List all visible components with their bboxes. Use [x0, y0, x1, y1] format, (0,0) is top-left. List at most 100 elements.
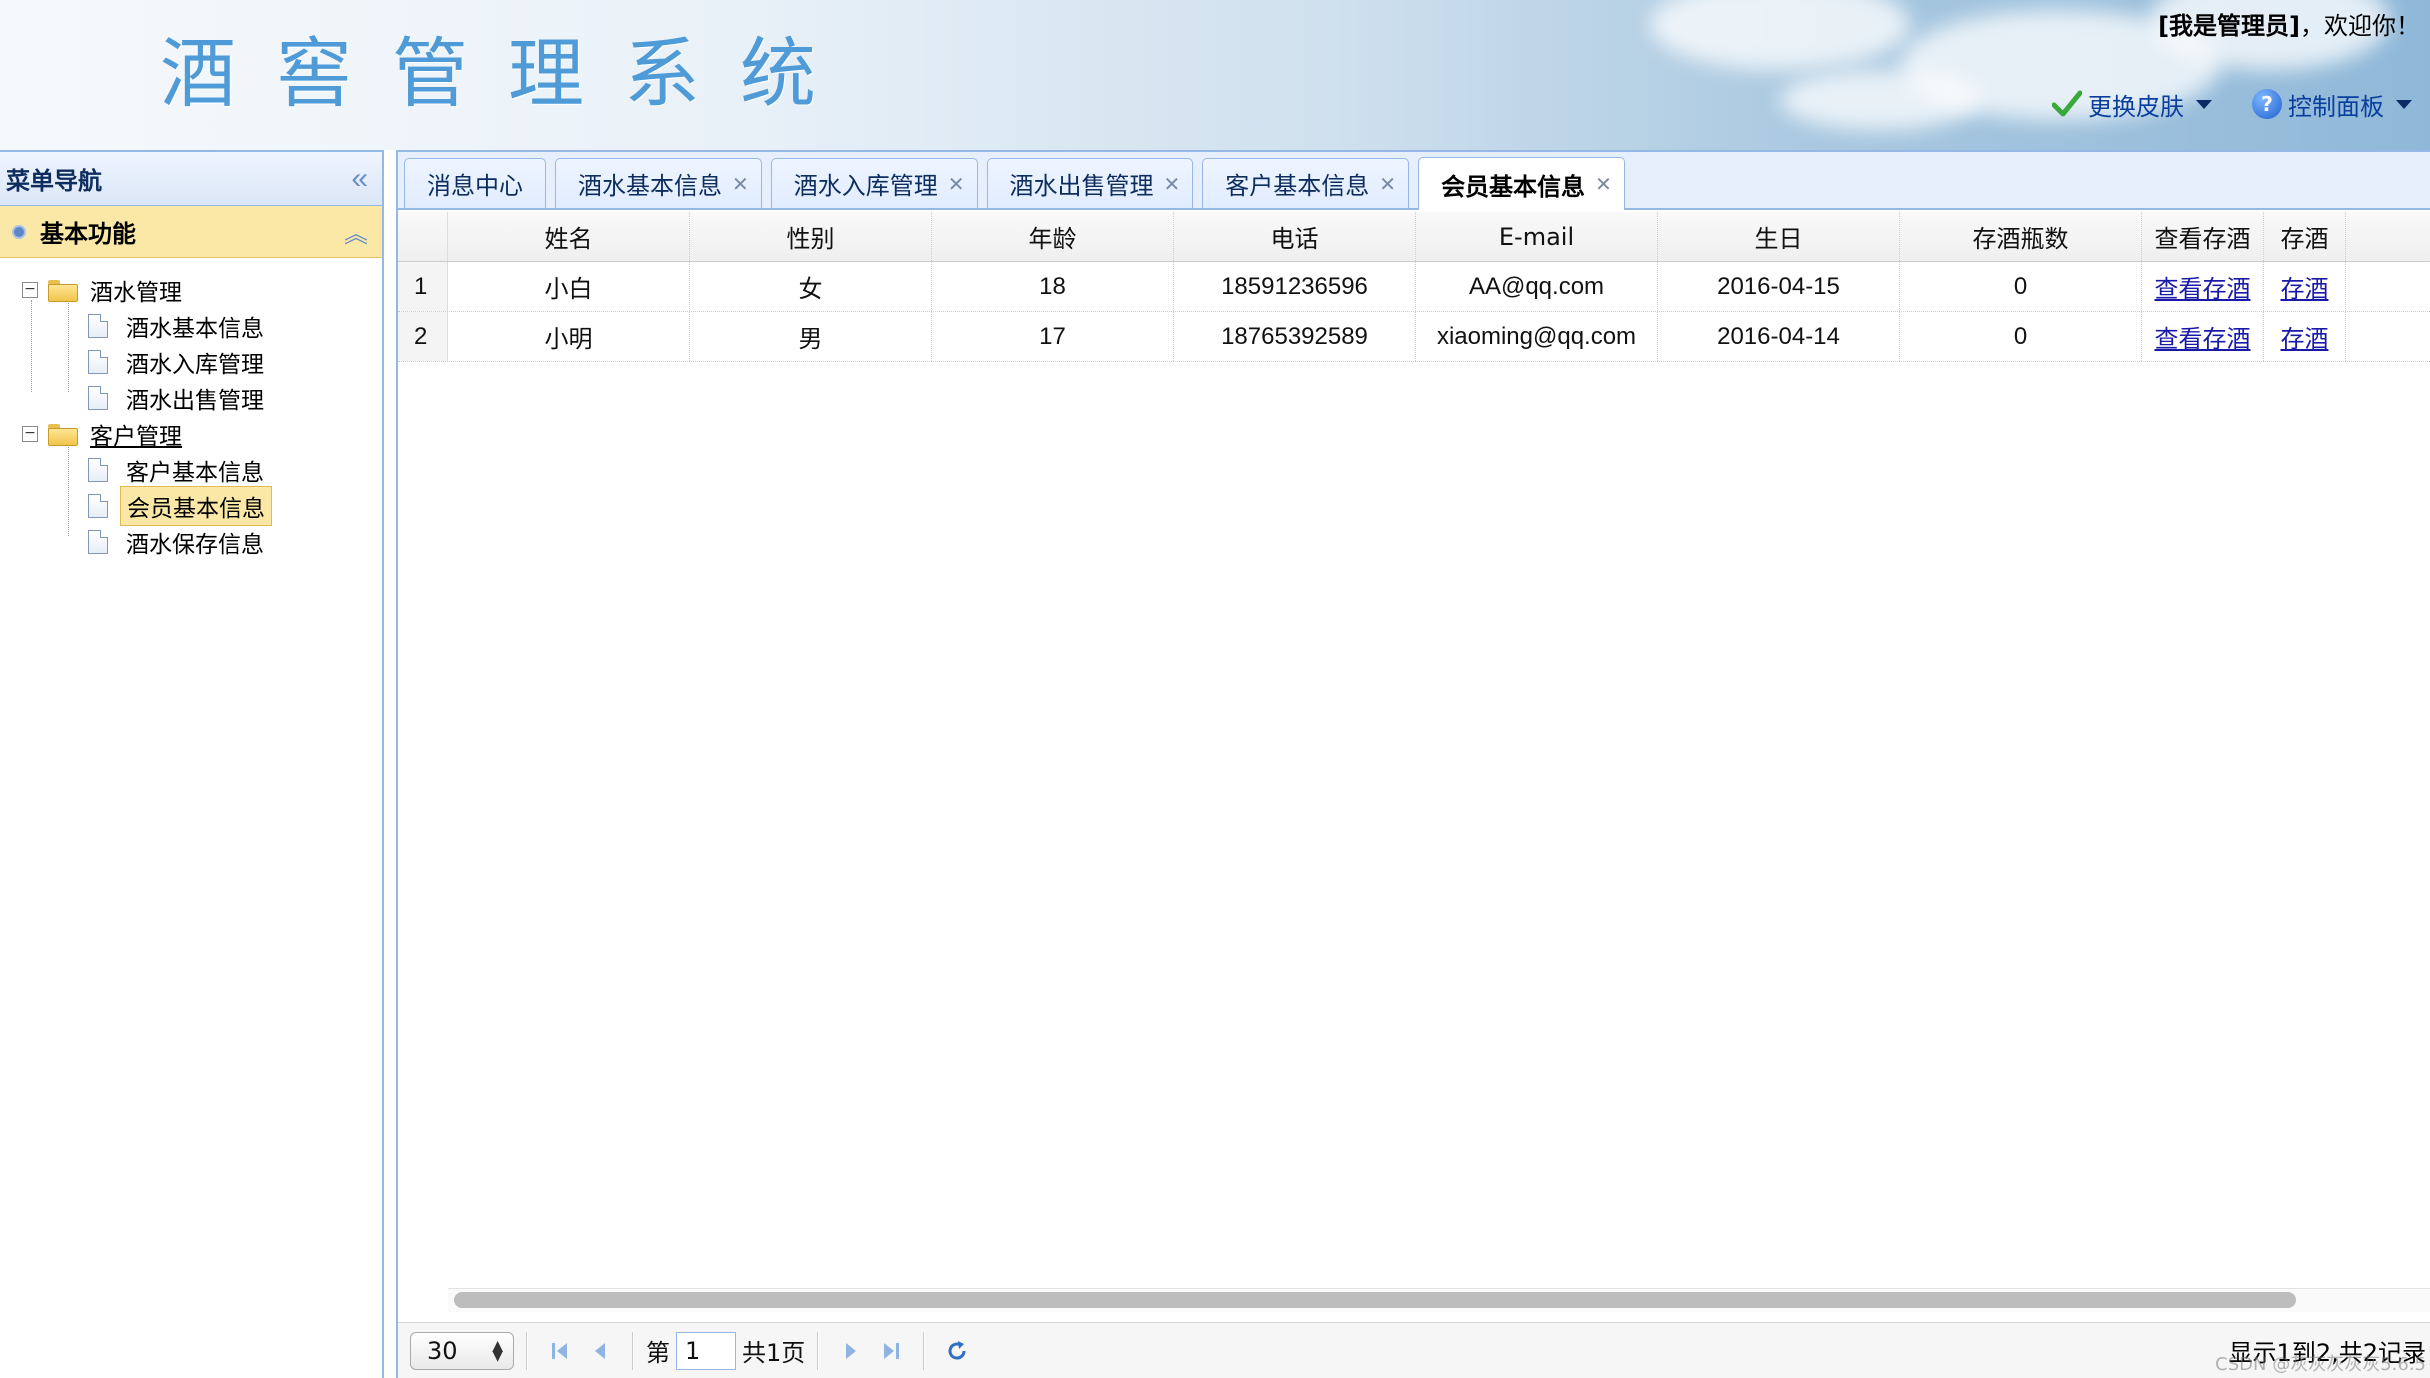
- accordion-title: 基本功能: [40, 220, 136, 248]
- row-number: 2: [398, 312, 448, 361]
- collapse-section-icon[interactable]: ︽: [344, 214, 368, 249]
- tree-item-member-info[interactable]: 会员基本信息: [0, 486, 382, 526]
- accordion-header-basic[interactable]: 基本功能 ︽: [0, 206, 382, 258]
- tab-label: 会员基本信息: [1441, 172, 1586, 201]
- welcome-user: [我是管理员]: [2158, 12, 2300, 40]
- horizontal-scrollbar-thumb[interactable]: [454, 1292, 2296, 1308]
- pagination-bar: 30 ▲ ▼ 第 1 共1页 显示1到2,共2记录: [398, 1322, 2430, 1378]
- page-size-value: 30: [427, 1336, 458, 1365]
- folder-icon: [48, 280, 78, 302]
- column-header[interactable]: 存酒瓶数: [1900, 212, 2142, 261]
- store-wine-link[interactable]: 存酒: [2281, 269, 2329, 304]
- file-icon: [88, 386, 108, 410]
- cell-store: 存酒: [2264, 262, 2346, 311]
- close-icon[interactable]: ✕: [1595, 172, 1612, 196]
- change-skin-label: 更换皮肤: [2088, 92, 2184, 121]
- tree-item-wine-sales[interactable]: 酒水出售管理: [0, 380, 382, 416]
- sidebar: 菜单导航 « 基本功能 ︽ − 酒水管理 酒水基本信息 酒水入库管理 酒水出售管…: [0, 150, 384, 1378]
- tab-label: 酒水入库管理: [793, 172, 938, 200]
- prev-page-icon[interactable]: [580, 1331, 620, 1371]
- cell-age: 18: [932, 262, 1174, 311]
- cell-email: AA@qq.com: [1416, 262, 1658, 311]
- grid-header-row: 姓名 性别 年龄 电话 E-mail 生日 存酒瓶数 查看存酒 存酒: [398, 212, 2430, 262]
- column-header[interactable]: 存酒: [2264, 212, 2346, 261]
- chevron-down-icon: [2196, 99, 2212, 109]
- tab-label: 客户基本信息: [1225, 172, 1370, 200]
- cell-bottles: 0: [1900, 312, 2142, 361]
- app-header: 酒窖管理系统 [我是管理员]，欢迎你！ 更换皮肤 ? 控制面板: [0, 0, 2430, 150]
- app-title: 酒窖管理系统: [160, 29, 856, 118]
- view-stored-wine-link[interactable]: 查看存酒: [2155, 319, 2251, 354]
- tab-label: 酒水基本信息: [578, 172, 722, 200]
- table-row[interactable]: 1 小白 女 18 18591236596 AA@qq.com 2016-04-…: [398, 262, 2430, 312]
- close-icon[interactable]: ✕: [948, 172, 965, 196]
- cell-email: xiaoming@qq.com: [1416, 312, 1658, 361]
- tree-item-label: 酒水保存信息: [126, 532, 264, 558]
- column-header[interactable]: 年龄: [932, 212, 1174, 261]
- tree-item-label: 酒水基本信息: [126, 316, 264, 342]
- tab-label: 酒水出售管理: [1009, 172, 1154, 200]
- control-panel-label: 控制面板: [2288, 92, 2384, 121]
- cell-name: 小白: [448, 262, 690, 311]
- cell-gender: 女: [690, 262, 932, 311]
- cell-birthday: 2016-04-15: [1658, 262, 1900, 311]
- tree-item-label: 酒水入库管理: [126, 352, 264, 378]
- column-header[interactable]: 姓名: [448, 212, 690, 261]
- column-header[interactable]: 生日: [1658, 212, 1900, 261]
- separator: [923, 1331, 926, 1370]
- tree-item-label: 会员基本信息: [120, 486, 272, 526]
- main-panel: 消息中心 酒水基本信息 ✕ 酒水入库管理 ✕ 酒水出售管理 ✕ 客户基本信息 ✕…: [396, 150, 2430, 1378]
- column-header[interactable]: 查看存酒: [2142, 212, 2264, 261]
- file-icon: [88, 530, 108, 554]
- welcome-greeting: ，欢迎你！: [2300, 12, 2420, 40]
- page-number-input[interactable]: 1: [676, 1331, 736, 1370]
- member-grid: 姓名 性别 年龄 电话 E-mail 生日 存酒瓶数 查看存酒 存酒 1 小白 …: [398, 212, 2430, 362]
- tab-message-center[interactable]: 消息中心: [404, 158, 546, 208]
- cell-phone: 18765392589: [1174, 312, 1416, 361]
- close-icon[interactable]: ✕: [732, 172, 749, 196]
- refresh-icon[interactable]: [937, 1331, 977, 1371]
- close-icon[interactable]: ✕: [1379, 172, 1396, 196]
- tree-group-wine[interactable]: − 酒水管理: [0, 272, 382, 308]
- view-stored-wine-link[interactable]: 查看存酒: [2155, 269, 2251, 304]
- tree-group-label: 客户管理: [90, 424, 182, 450]
- collapse-sidebar-icon[interactable]: «: [351, 163, 368, 194]
- collapse-toggle-icon[interactable]: −: [22, 426, 38, 442]
- menu-tree: − 酒水管理 酒水基本信息 酒水入库管理 酒水出售管理 − 客户管理 客户基本信…: [0, 258, 382, 560]
- tree-group-customer[interactable]: − 客户管理: [0, 416, 382, 452]
- file-icon: [88, 350, 108, 374]
- change-skin-menu[interactable]: 更换皮肤: [2052, 84, 2212, 124]
- close-icon[interactable]: ✕: [1164, 172, 1181, 196]
- file-icon: [88, 458, 108, 482]
- control-panel-menu[interactable]: ? 控制面板: [2252, 84, 2412, 124]
- chevron-down-icon: [2396, 99, 2412, 109]
- folder-icon: [48, 424, 78, 446]
- column-header[interactable]: E-mail: [1416, 212, 1658, 261]
- tab-customer-info[interactable]: 客户基本信息 ✕: [1202, 158, 1410, 208]
- cell-gender: 男: [690, 312, 932, 361]
- tree-item-wine-storage[interactable]: 酒水保存信息: [0, 524, 382, 560]
- column-header[interactable]: 电话: [1174, 212, 1416, 261]
- page-size-select[interactable]: 30 ▲ ▼: [410, 1331, 514, 1370]
- tree-item-wine-inbound[interactable]: 酒水入库管理: [0, 344, 382, 380]
- tab-wine-inbound[interactable]: 酒水入库管理 ✕: [770, 158, 978, 208]
- tab-wine-info[interactable]: 酒水基本信息 ✕: [555, 158, 762, 208]
- tree-item-label: 客户基本信息: [126, 460, 264, 486]
- row-number-header: [398, 212, 448, 261]
- last-page-icon[interactable]: [871, 1331, 911, 1371]
- tab-wine-sales[interactable]: 酒水出售管理 ✕: [986, 158, 1194, 208]
- header-cloud: [1780, 70, 1980, 130]
- sidebar-title: 菜单导航: [6, 167, 102, 195]
- column-header[interactable]: 性别: [690, 212, 932, 261]
- next-page-icon[interactable]: [831, 1331, 871, 1371]
- row-number: 1: [398, 262, 448, 311]
- cell-store: 存酒: [2264, 312, 2346, 361]
- table-row[interactable]: 2 小明 男 17 18765392589 xiaoming@qq.com 20…: [398, 312, 2430, 362]
- tree-item-wine-info[interactable]: 酒水基本信息: [0, 308, 382, 344]
- first-page-icon[interactable]: [540, 1331, 580, 1371]
- tree-item-customer-info[interactable]: 客户基本信息: [0, 452, 382, 488]
- tab-member-info[interactable]: 会员基本信息 ✕: [1418, 157, 1625, 210]
- watermark: CSDN @灰灰灰灰灰5.6.5: [2215, 1354, 2426, 1375]
- collapse-toggle-icon[interactable]: −: [22, 282, 38, 298]
- store-wine-link[interactable]: 存酒: [2281, 319, 2329, 354]
